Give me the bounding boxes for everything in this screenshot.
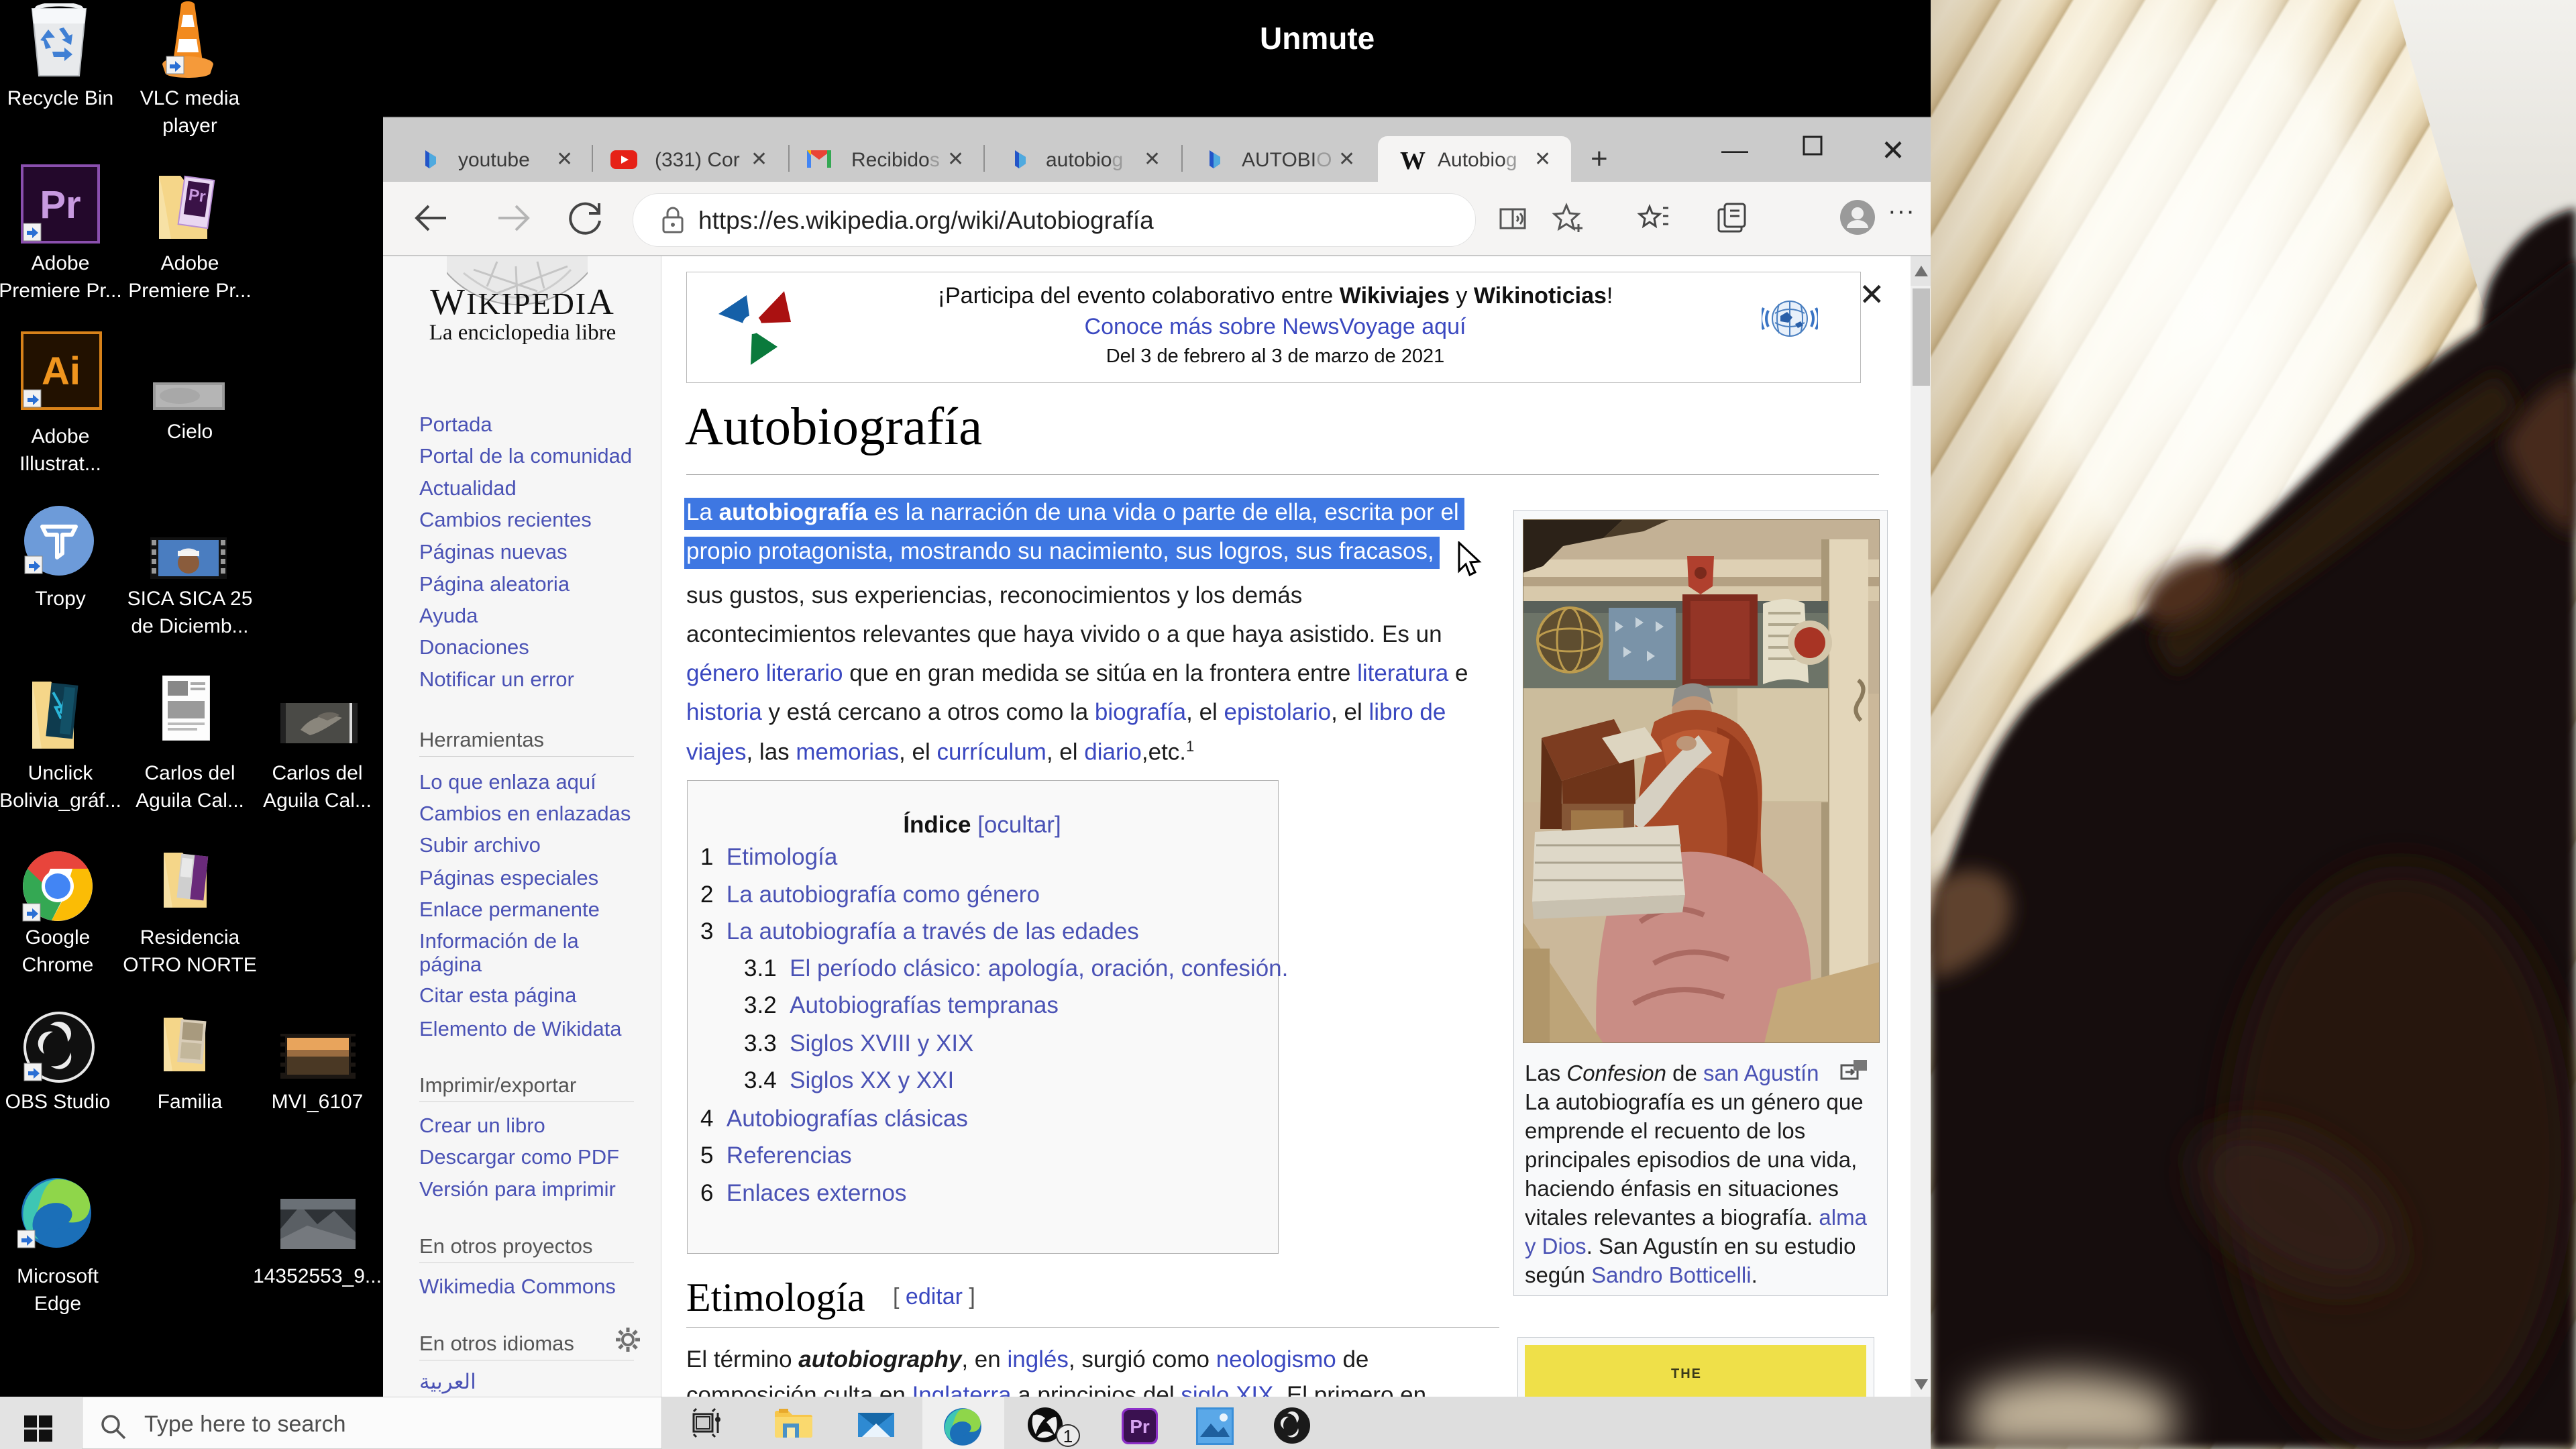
svg-text:Pr: Pr bbox=[1130, 1416, 1150, 1437]
svg-text:1: 1 bbox=[1063, 1426, 1073, 1446]
svg-text:Pr: Pr bbox=[40, 183, 80, 227]
svg-text:Ai: Ai bbox=[42, 350, 80, 393]
svg-text:Pr: Pr bbox=[187, 186, 207, 206]
